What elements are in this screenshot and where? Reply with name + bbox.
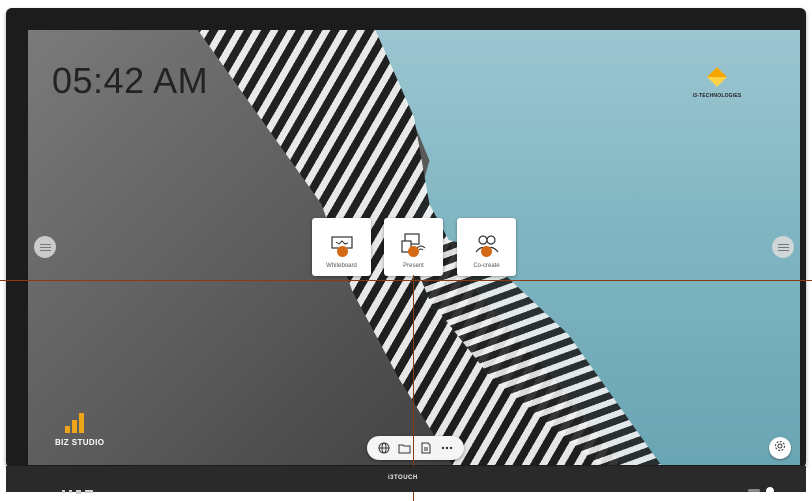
bottom-dock [367,436,464,460]
biz-studio-bars-icon [65,413,104,433]
clock-time: 05:42 AM [52,60,209,101]
pointer-dot [408,246,419,257]
gear-icon [774,439,786,457]
biz-studio-label: BIZ STUDIO [55,438,105,447]
ir-sensor [748,489,760,492]
left-side-menu-button[interactable] [34,236,56,258]
document-icon[interactable] [419,441,433,455]
pointer-dot [337,246,348,257]
biz-studio-logo[interactable]: BIZ STUDIO [55,413,104,447]
co-create-label: Co-create [473,263,500,269]
menu-icon [777,243,789,251]
menu-icon [39,243,51,251]
globe-icon[interactable] [377,441,391,455]
power-button[interactable] [766,487,774,495]
brand-name: i3-TECHNOLOGIES [692,93,742,99]
right-side-menu-button[interactable] [772,236,794,258]
brand-logo: i3-TECHNOLOGIES [667,67,767,99]
whiteboard-label: Whiteboard [326,263,357,269]
brand-diamond-icon [707,67,727,87]
guide-line-horizontal [0,280,812,281]
chin-brand-label: i3TOUCH [388,475,418,481]
settings-button[interactable] [769,437,791,459]
present-label: Present [403,263,424,269]
folder-icon[interactable] [398,441,412,455]
front-ports [62,490,93,494]
pointer-dot [481,246,492,257]
more-icon[interactable] [440,441,454,455]
